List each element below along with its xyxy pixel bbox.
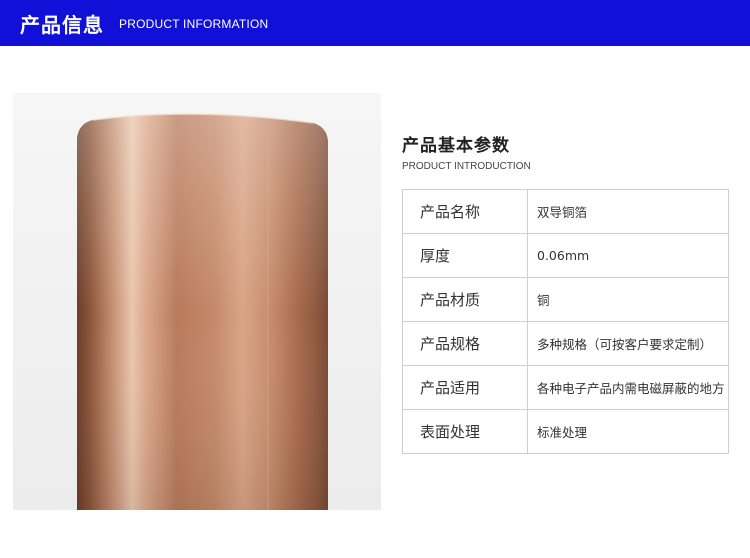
section-subtitle: PRODUCT INTRODUCTION <box>402 161 531 172</box>
spec-value: 铜 <box>527 277 729 322</box>
header-title: 产品信息 <box>20 13 104 37</box>
spec-value: 各种电子产品内需电磁屏蔽的地方 <box>527 365 729 410</box>
table-row: 产品名称 双导铜箔 <box>402 189 729 234</box>
spec-value: 双导铜箔 <box>527 189 729 234</box>
spec-value: 0.06mm <box>527 233 729 278</box>
product-photo <box>13 93 381 510</box>
copper-roll-shine <box>77 114 328 510</box>
spec-value: 多种规格（可按客户要求定制） <box>527 321 729 366</box>
table-row: 产品规格 多种规格（可按客户要求定制） <box>402 321 729 366</box>
copper-foil-roll-image <box>13 93 381 510</box>
spec-table: 产品名称 双导铜箔 厚度 0.06mm 产品材质 铜 产品规格 多种规格（可按客… <box>402 189 729 454</box>
table-row: 厚度 0.06mm <box>402 233 729 278</box>
header-bar: 产品信息 PRODUCT INFORMATION <box>0 0 750 46</box>
spec-label: 产品适用 <box>402 365 528 410</box>
spec-label: 产品材质 <box>402 277 528 322</box>
header-subtitle: PRODUCT INFORMATION <box>119 17 269 31</box>
spec-label: 厚度 <box>402 233 528 278</box>
table-row: 产品材质 铜 <box>402 277 729 322</box>
spec-value: 标准处理 <box>527 409 729 454</box>
spec-label: 产品规格 <box>402 321 528 366</box>
table-row: 表面处理 标准处理 <box>402 409 729 454</box>
spec-label: 产品名称 <box>402 189 528 234</box>
table-row: 产品适用 各种电子产品内需电磁屏蔽的地方 <box>402 365 729 410</box>
section-title: 产品基本参数 <box>402 136 510 156</box>
spec-label: 表面处理 <box>402 409 528 454</box>
